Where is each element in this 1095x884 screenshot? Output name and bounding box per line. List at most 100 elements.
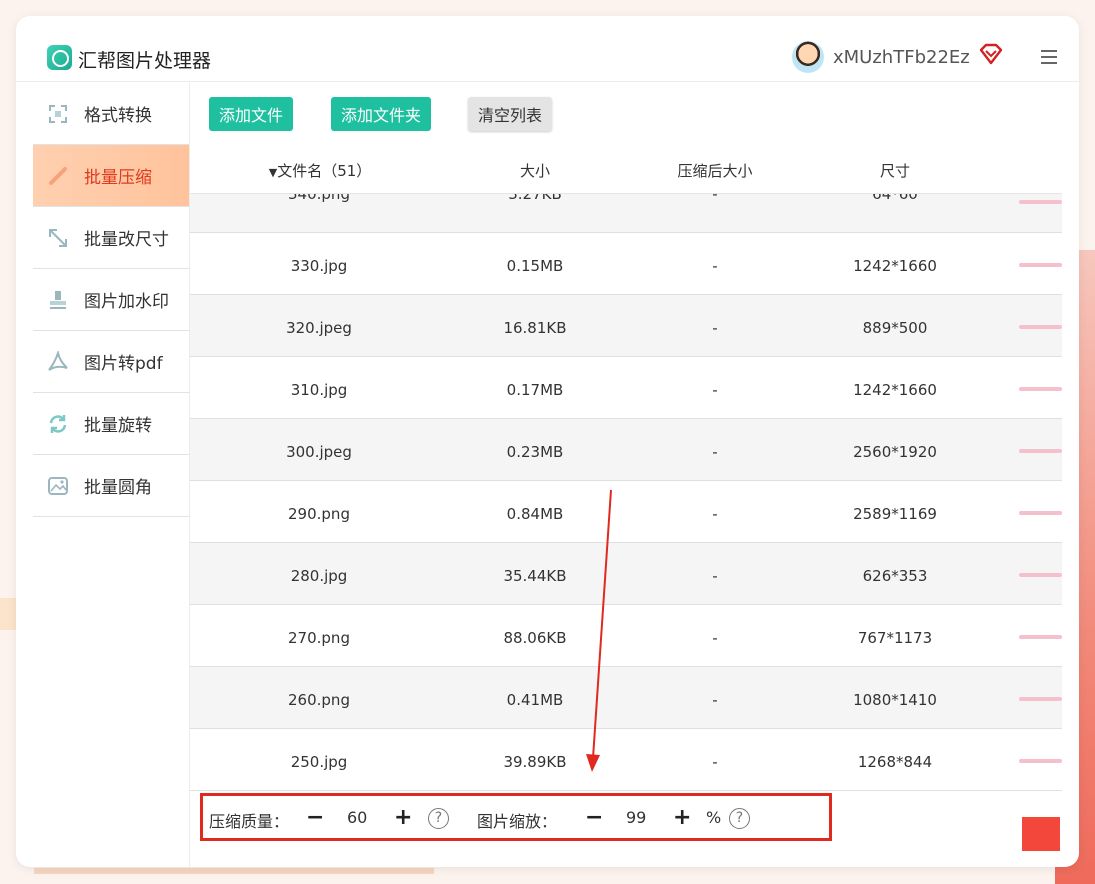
sidebar-item-watermark[interactable]: 图片加水印 xyxy=(33,269,189,331)
column-header-compressed-size[interactable]: 压缩后大小 xyxy=(660,160,770,181)
cell-size: 0.41MB xyxy=(506,691,564,709)
cell-filename: 290.png xyxy=(288,505,350,523)
cell-size: 0.23MB xyxy=(506,443,564,461)
row-progress-bar xyxy=(1019,697,1062,701)
cell-size: 88.06KB xyxy=(503,629,567,647)
cell-compressed-size: - xyxy=(712,319,718,337)
avatar[interactable] xyxy=(792,41,824,73)
scale-minus-button[interactable]: − xyxy=(585,805,603,830)
quality-minus-button[interactable]: − xyxy=(306,805,324,830)
column-header-name[interactable]: ▼文件名（51） xyxy=(250,160,390,181)
resize-icon xyxy=(49,229,67,247)
scale-unit: % xyxy=(706,808,722,827)
cell-size: 0.17MB xyxy=(506,381,564,399)
cell-dimensions: 2589*1169 xyxy=(853,505,937,523)
table-row[interactable]: 270.png 88.06KB - 767*1173 xyxy=(190,605,1062,667)
row-progress-bar xyxy=(1019,449,1062,453)
cell-dimensions: 1080*1410 xyxy=(853,691,937,709)
row-progress-bar xyxy=(1019,635,1062,639)
table-row[interactable]: 340.png 3.27KB - 64*60 xyxy=(190,194,1062,233)
table-row[interactable]: 310.jpg 0.17MB - 1242*1660 xyxy=(190,357,1062,419)
table-row[interactable]: 300.jpeg 0.23MB - 2560*1920 xyxy=(190,419,1062,481)
sidebar-item-format-convert[interactable]: 格式转换 xyxy=(33,83,189,145)
table-row[interactable]: 250.jpg 39.89KB - 1268*844 xyxy=(190,729,1062,791)
row-progress-bar xyxy=(1019,387,1062,391)
scale-value[interactable]: 99 xyxy=(626,808,646,827)
cell-dimensions: 767*1173 xyxy=(857,629,933,647)
cell-filename: 270.png xyxy=(288,629,350,647)
row-progress-bar xyxy=(1019,200,1062,204)
row-progress-bar xyxy=(1019,325,1062,329)
cell-dimensions: 1242*1660 xyxy=(853,257,937,275)
compression-settings: 压缩质量： − 60 + ? 图片缩放： − 99 + % ? xyxy=(200,793,832,841)
table-row[interactable]: 320.jpeg 16.81KB - 889*500 xyxy=(190,295,1062,357)
quality-help-icon[interactable]: ? xyxy=(428,808,449,829)
sidebar-item-label: 批量改尺寸 xyxy=(84,230,169,250)
table-row[interactable]: 260.png 0.41MB - 1080*1410 xyxy=(190,667,1062,729)
cell-filename: 280.jpg xyxy=(290,567,348,585)
quality-value[interactable]: 60 xyxy=(347,808,367,827)
cell-filename: 300.jpeg xyxy=(286,443,352,461)
cell-filename: 310.jpg xyxy=(290,381,348,399)
cell-dimensions: 626*353 xyxy=(862,567,928,585)
row-progress-bar xyxy=(1019,511,1062,515)
clear-list-button[interactable]: 清空列表 xyxy=(468,97,553,131)
cell-compressed-size: - xyxy=(712,443,718,461)
username[interactable]: xMUzhTFb22Ez xyxy=(833,47,970,68)
table-row[interactable]: 290.png 0.84MB - 2589*1169 xyxy=(190,481,1062,543)
hamburger-menu-icon[interactable] xyxy=(1041,50,1057,64)
cell-compressed-size: - xyxy=(712,257,718,275)
table-row[interactable]: 280.jpg 35.44KB - 626*353 xyxy=(190,543,1062,605)
cell-filename: 340.png xyxy=(288,194,350,203)
sidebar-item-batch-rotate[interactable]: 批量旋转 xyxy=(33,393,189,455)
diamond-vip-icon[interactable] xyxy=(979,43,1003,65)
sidebar-item-batch-resize[interactable]: 批量改尺寸 xyxy=(33,207,189,269)
cell-compressed-size: - xyxy=(712,629,718,647)
cell-compressed-size: - xyxy=(712,194,718,203)
file-list[interactable]: 340.png 3.27KB - 64*60 330.jpg 0.15MB - … xyxy=(190,194,1062,794)
column-header-dimensions[interactable]: 尺寸 xyxy=(850,160,940,181)
sidebar: 格式转换 批量压缩 批量改尺寸 图片加水印 图片转pdf 批量旋转 批量圆角 xyxy=(33,83,189,533)
sidebar-item-label: 批量压缩 xyxy=(84,168,152,188)
rounded-corner-icon xyxy=(48,477,68,495)
cell-filename: 320.jpeg xyxy=(286,319,352,337)
add-file-button[interactable]: 添加文件 xyxy=(209,97,294,131)
cell-filename: 260.png xyxy=(288,691,350,709)
cell-compressed-size: - xyxy=(712,505,718,523)
app-title: 汇帮图片处理器 xyxy=(78,50,212,72)
cell-compressed-size: - xyxy=(712,691,718,709)
sidebar-item-batch-compress[interactable]: 批量压缩 xyxy=(33,145,189,207)
column-header-size[interactable]: 大小 xyxy=(490,160,580,181)
scale-label: 图片缩放： xyxy=(477,812,558,831)
table-header: ▼文件名（51） 大小 压缩后大小 尺寸 xyxy=(190,142,1062,194)
sidebar-item-label: 图片转pdf xyxy=(84,354,163,374)
sidebar-item-label: 图片加水印 xyxy=(84,292,169,312)
sidebar-item-to-pdf[interactable]: 图片转pdf xyxy=(33,331,189,393)
pdf-icon xyxy=(48,351,68,371)
format-convert-icon xyxy=(49,105,67,123)
row-progress-bar xyxy=(1019,759,1062,763)
table-row[interactable]: 330.jpg 0.15MB - 1242*1660 xyxy=(190,233,1062,295)
cell-size: 16.81KB xyxy=(503,319,567,337)
cell-size: 3.27KB xyxy=(508,194,562,203)
quality-label: 压缩质量： xyxy=(209,812,290,831)
row-progress-bar xyxy=(1019,263,1062,267)
quality-plus-button[interactable]: + xyxy=(394,805,412,830)
add-folder-button[interactable]: 添加文件夹 xyxy=(331,97,432,131)
start-compress-button[interactable] xyxy=(1022,817,1060,851)
background-band-bottom xyxy=(34,868,434,874)
sidebar-item-label: 批量旋转 xyxy=(84,416,152,436)
cell-compressed-size: - xyxy=(712,753,718,771)
cell-compressed-size: - xyxy=(712,381,718,399)
cell-compressed-size: - xyxy=(712,567,718,585)
app-header: 汇帮图片处理器 xMUzhTFb22Ez xyxy=(16,16,1079,82)
cell-size: 0.15MB xyxy=(506,257,564,275)
row-progress-bar xyxy=(1019,573,1062,577)
sort-caret-down-icon[interactable]: ▼ xyxy=(269,166,277,179)
cell-dimensions: 2560*1920 xyxy=(853,443,937,461)
scale-help-icon[interactable]: ? xyxy=(729,808,750,829)
sidebar-item-rounded-corner[interactable]: 批量圆角 xyxy=(33,455,189,517)
watermark-icon xyxy=(50,291,66,309)
scale-plus-button[interactable]: + xyxy=(673,805,691,830)
compress-icon xyxy=(49,167,67,185)
